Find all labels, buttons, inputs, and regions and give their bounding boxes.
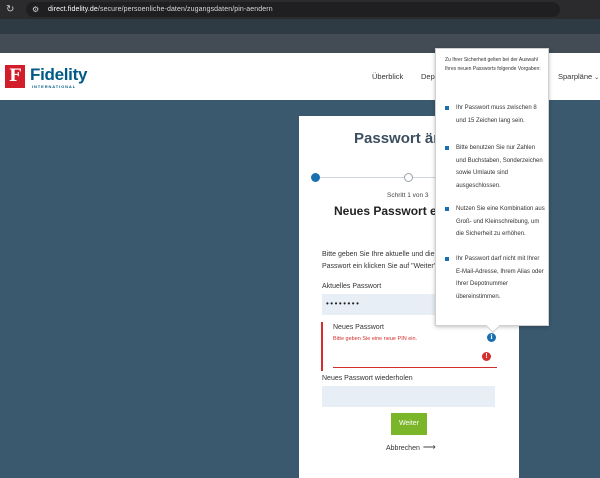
bullet-icon [445,146,449,150]
site-info-icon[interactable]: ⚙ [32,5,40,14]
tooltip-rule: Bitte benutzen Sie nur Zahlen und Buchst… [445,142,545,192]
bullet-icon [445,106,449,110]
top-strip [0,19,600,34]
error-icon: ! [482,352,491,361]
tooltip-intro: Zu Ihrer Sicherheit gelten bei der Auswa… [445,57,541,72]
step-1-indicator [311,173,320,182]
logo-wordmark[interactable]: Fidelity [30,65,87,85]
nav-item-sparplaene-label: Sparpläne [558,72,593,81]
url-host: direct.fidelity.de [48,6,98,13]
nav-item-ueberblick[interactable]: Überblick [372,72,403,81]
new-password-input[interactable]: ! [333,347,497,368]
tooltip-rule: Ihr Passwort muss zwischen 8 und 15 Zeic… [445,102,545,127]
bullet-icon [445,257,449,261]
tooltip-rule: Ihr Passwort darf nicht mit Ihrer E-Mail… [445,253,545,303]
chevron-down-icon: ⌄ [594,75,600,81]
arrow-right-icon: ⟶ [422,442,436,452]
url-path: /secure/persoenliche-daten/zugangsdaten/… [97,6,273,13]
new-password-error: Bitte geben Sie eine neue PIN ein. [333,336,418,342]
step-2-indicator [404,173,413,182]
browser-toolbar: ↻ ⚙ direct.fidelity.de/secure/persoenlic… [0,0,600,19]
url-text: direct.fidelity.de/secure/persoenliche-d… [48,6,273,13]
tooltip-rule-text: Bitte benutzen Sie nur Zahlen und Buchst… [456,145,543,189]
logo-subtitle: INTERNATIONAL [32,84,77,89]
cancel-label: Abbrechen [386,445,420,452]
tooltip-rule: Nutzen Sie eine Kombination aus Groß- un… [445,203,545,241]
tooltip-rule-text: Ihr Passwort darf nicht mit Ihrer E-Mail… [456,256,544,300]
bullet-icon [445,207,449,211]
reload-icon[interactable]: ↻ [6,4,16,15]
info-icon[interactable]: i [487,333,496,342]
password-rules-tooltip: Zu Ihrer Sicherheit gelten bei der Auswa… [435,48,549,334]
tooltip-rule-text: Ihr Passwort muss zwischen 8 und 15 Zeic… [456,105,537,124]
repeat-password-input[interactable] [322,386,495,407]
tooltip-rule-text: Nutzen Sie eine Kombination aus Groß- un… [456,206,545,237]
weiter-button[interactable]: Weiter [391,413,427,435]
current-password-label: Aktuelles Passwort [322,283,382,290]
repeat-password-label: Neues Passwort wiederholen [322,375,413,382]
nav-item-sparplaene[interactable]: Sparpläne ⌄ [558,72,599,81]
cancel-link[interactable]: Abbrechen ⟶ [386,442,436,453]
new-password-label: Neues Passwort [333,324,384,331]
fidelity-logo-icon[interactable]: F [5,65,25,88]
new-password-field: Neues Passwort Bitte geben Sie eine neue… [321,322,497,371]
address-bar[interactable]: ⚙ direct.fidelity.de/secure/persoenliche… [26,2,560,17]
current-password-value: •••••••• [326,299,361,308]
step-title: Neues Passwort e [334,204,437,218]
